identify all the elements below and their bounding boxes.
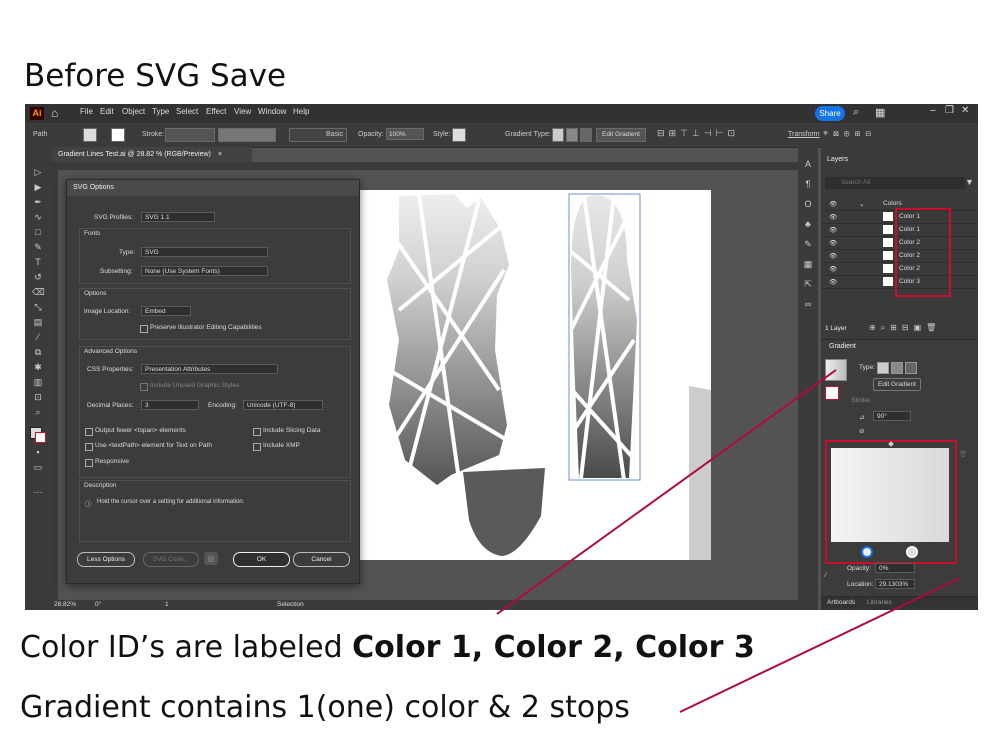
- caption-color-ids-bold: Color 1, Color 2, Color 3: [352, 630, 755, 665]
- caption-gradient: Gradient contains 1(one) color & 2 stops: [20, 690, 630, 725]
- caption-color-ids-prefix: Color ID’s are labeled: [20, 630, 353, 665]
- callout-line-colors: [496, 369, 837, 615]
- caption-color-ids: Color ID’s are labeled Color 1, Color 2,…: [20, 630, 755, 665]
